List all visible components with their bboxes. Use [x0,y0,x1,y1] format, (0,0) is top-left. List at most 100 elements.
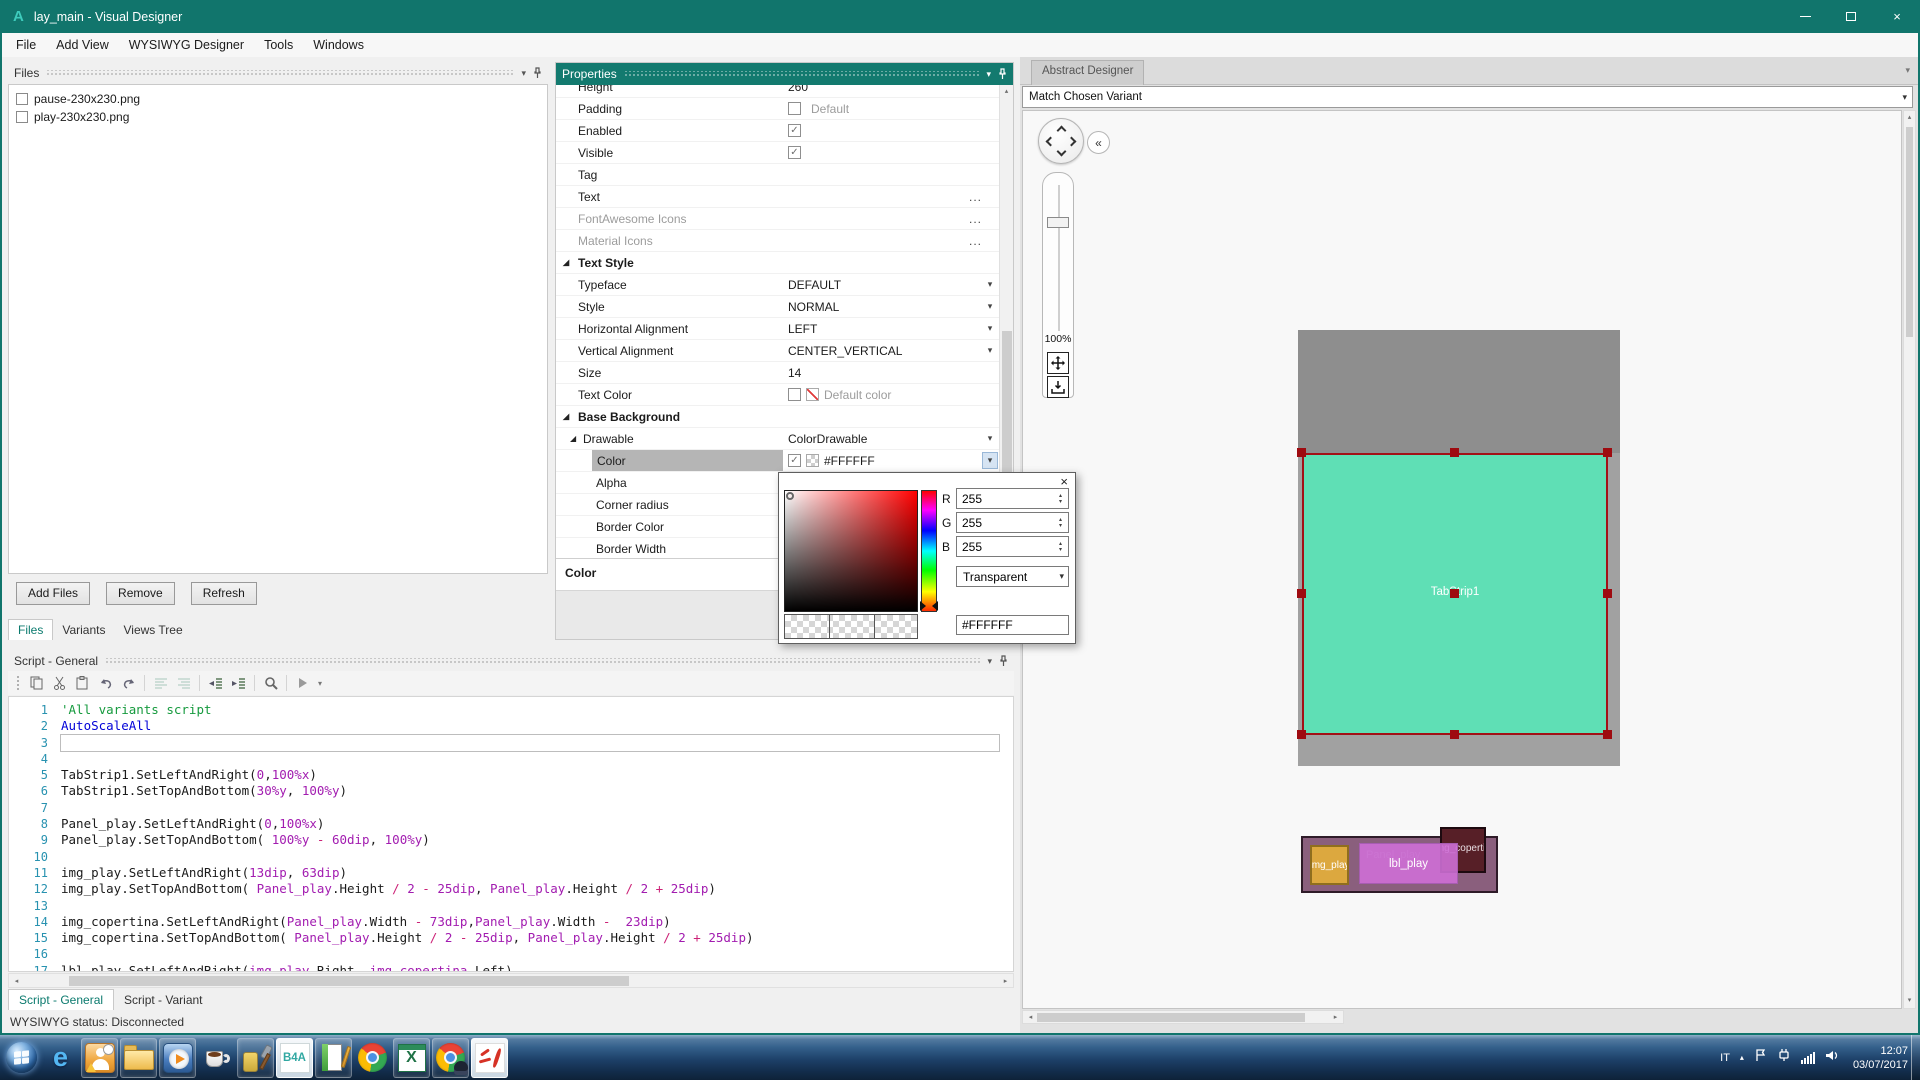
comment-button[interactable] [150,673,171,693]
language-indicator[interactable]: IT [1720,1052,1730,1064]
dropdown-arrow[interactable]: ▾ [982,320,998,337]
property-row-enabled[interactable]: Enabled✓ [556,120,999,142]
gradient-marker[interactable] [786,492,794,500]
scrollbar-thumb[interactable] [1906,127,1913,337]
menu-item-file[interactable]: File [6,33,46,57]
scroll-left-icon[interactable]: ◂ [9,974,24,987]
property-row-style[interactable]: StyleNORMAL▾ [556,296,999,318]
pin-icon[interactable] [998,68,1007,80]
menu-item-tools[interactable]: Tools [254,33,303,57]
view-img-play[interactable]: img_play [1310,845,1349,885]
volume-icon[interactable] [1825,1049,1839,1067]
selection-handle[interactable] [1450,730,1459,739]
selection-handle[interactable] [1297,730,1306,739]
run-script-button[interactable] [292,673,313,693]
add-files-button[interactable]: Add Files [16,582,90,605]
tab-script-general[interactable]: Script - General [8,989,114,1010]
panel-menu-icon[interactable]: ▾ [987,656,992,667]
taskbar-icon-chrome-profile[interactable] [432,1038,469,1078]
hex-color-input[interactable]: #FFFFFF [956,615,1069,635]
taskbar-icon-b4a-designer[interactable]: B4A [276,1038,313,1078]
fit-to-screen-button[interactable] [1047,352,1069,374]
property-row-typeface[interactable]: TypefaceDEFAULT▾ [556,274,999,296]
zoom-slider-handle[interactable] [1047,217,1069,228]
files-list[interactable]: pause-230x230.pngplay-230x230.png [8,84,548,574]
selection-handle[interactable] [1450,589,1459,598]
scroll-left-icon[interactable]: ◂ [1023,1011,1038,1023]
uncomment-button[interactable] [173,673,194,693]
show-desktop-button[interactable] [1911,1035,1920,1080]
expander-icon[interactable]: ◢ [570,434,576,443]
expander-icon[interactable]: ◢ [563,412,569,421]
dropdown-arrow[interactable]: ▾ [982,430,998,447]
export-layout-button[interactable] [1047,376,1069,398]
dropdown-arrow[interactable]: ▾ [982,342,998,359]
menu-item-windows[interactable]: Windows [303,33,374,57]
property-row-color[interactable]: Color✓#FFFFFF▾ [556,450,999,472]
alpha-strip[interactable] [784,614,918,639]
taskbar-icon-coffee-app[interactable] [198,1038,235,1078]
taskbar-icon-excel[interactable]: X [393,1038,430,1078]
menu-item-add-view[interactable]: Add View [46,33,119,57]
dropdown-arrow[interactable]: ▾ [982,276,998,293]
property-row-base-background[interactable]: ◢Base Background [556,406,999,428]
file-checkbox[interactable] [16,111,28,123]
property-row-text-style[interactable]: ◢Text Style [556,252,999,274]
selection-handle[interactable] [1450,448,1459,457]
undo-button[interactable] [95,673,116,693]
network-signal-icon[interactable] [1801,1051,1815,1064]
blue-input[interactable]: 255 ▴▾ [956,536,1069,557]
taskbar-icon-internet-explorer[interactable]: e [42,1038,79,1078]
menu-item-wysiwyg-designer[interactable]: WYSIWYG Designer [119,33,254,57]
scroll-right-icon[interactable]: ▸ [998,974,1013,987]
scroll-down-icon[interactable]: ▾ [1904,994,1915,1008]
checkbox[interactable] [788,388,801,401]
close-button[interactable]: × [1874,0,1920,33]
toolbar-overflow-icon[interactable]: ▾ [318,679,322,688]
selection-handle[interactable] [1603,589,1612,598]
selection-handle[interactable] [1297,589,1306,598]
checkbox[interactable]: ✓ [788,124,801,137]
indent-button[interactable] [228,673,249,693]
property-row-text-color[interactable]: Text ColorDefault color [556,384,999,406]
ellipsis-button[interactable]: ... [969,234,982,248]
canvas-vertical-scrollbar[interactable]: ▴ ▾ [1903,110,1916,1009]
collapse-controls-button[interactable]: « [1087,131,1110,154]
tab-views-tree[interactable]: Views Tree [114,620,191,640]
property-row-vertical-alignment[interactable]: Vertical AlignmentCENTER_VERTICAL▾ [556,340,999,362]
panel-menu-icon[interactable]: ▾ [521,68,526,79]
property-row-tag[interactable]: Tag [556,164,999,186]
scroll-up-icon[interactable]: ▴ [1904,111,1915,125]
taskbar-icon-media-player[interactable] [159,1038,196,1078]
property-row-padding[interactable]: PaddingDefault [556,98,999,120]
outdent-button[interactable] [205,673,226,693]
pin-icon[interactable] [533,67,542,79]
power-plug-icon[interactable] [1777,1048,1791,1067]
pin-icon[interactable] [999,655,1008,667]
tab-variants[interactable]: Variants [53,620,114,640]
action-center-flag-icon[interactable] [1754,1048,1767,1067]
tabstrip-menu-icon[interactable]: ▾ [1905,65,1910,76]
spinner-icons[interactable]: ▴▾ [1054,513,1067,532]
dropdown-arrow[interactable]: ▾ [982,298,998,315]
pan-left-icon[interactable] [1046,137,1056,147]
ellipsis-button[interactable]: ... [969,190,982,204]
refresh-button[interactable]: Refresh [191,582,257,605]
selection-handle[interactable] [1297,448,1306,457]
clock[interactable]: 12:07 03/07/2017 [1853,1044,1908,1072]
property-row-text[interactable]: Text... [556,186,999,208]
code-editor[interactable]: 1'All variants script2AutoScaleAll345Tab… [8,696,1014,972]
redo-button[interactable] [118,673,139,693]
taskbar-icon-chrome[interactable] [354,1038,391,1078]
property-row-fontawesome-icons[interactable]: FontAwesome Icons... [556,208,999,230]
scrollbar-thumb[interactable] [1037,1013,1305,1022]
paste-button[interactable] [72,673,93,693]
spinner-icons[interactable]: ▴▾ [1054,489,1067,508]
hue-slider[interactable] [921,490,937,612]
green-input[interactable]: 255 ▴▾ [956,512,1069,533]
file-checkbox[interactable] [16,93,28,105]
tab-abstract-designer[interactable]: Abstract Designer [1031,60,1144,85]
remove-button[interactable]: Remove [106,582,175,605]
saturation-value-gradient[interactable] [784,490,918,612]
pan-right-icon[interactable] [1067,137,1077,147]
